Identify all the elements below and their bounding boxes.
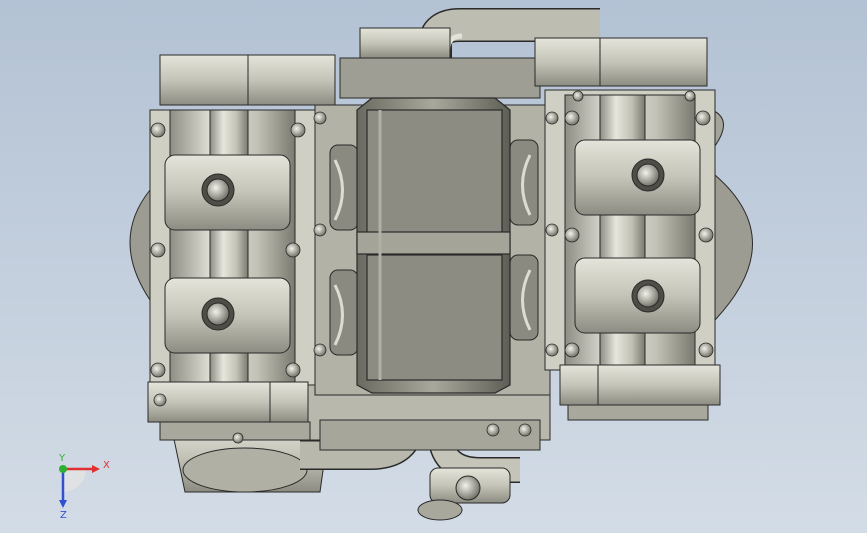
y-axis-label: Y [58,453,66,464]
z-axis-label: Z [60,510,67,521]
right-side-cover[interactable] [711,109,753,322]
left-side-cover[interactable] [129,188,151,302]
x-axis-arrowhead-icon [92,465,100,473]
engine-model[interactable] [0,0,867,533]
coordinate-triad: X Y Z [58,453,110,521]
graphics-viewport[interactable]: X Y Z [0,0,867,533]
left-cylinder-head[interactable] [147,54,336,441]
y-axis-dot-icon [59,465,67,473]
x-axis-label: X [103,460,110,471]
z-axis-arrowhead-icon [59,500,67,508]
triad-plane-icon [63,469,86,492]
air-filter-box[interactable] [356,97,511,394]
